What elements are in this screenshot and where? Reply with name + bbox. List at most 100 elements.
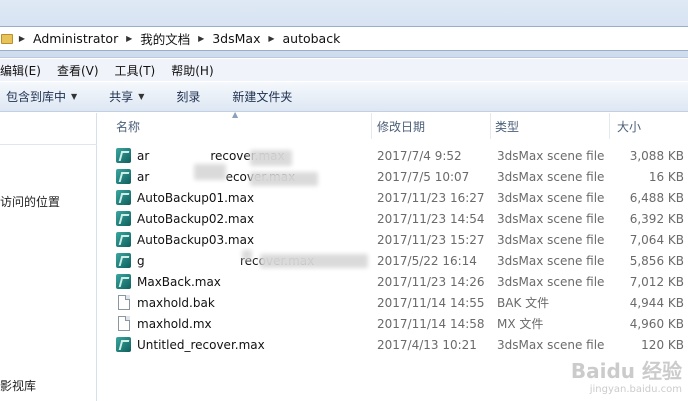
- file-size: 6,392 KB: [629, 211, 684, 226]
- max-file-icon: [116, 253, 131, 268]
- file-row[interactable]: ar ecover.max2017/7/5 10:073dsMax scene …: [98, 166, 688, 187]
- blur-overlay: [242, 250, 252, 260]
- file-name: maxhold.mx: [137, 316, 212, 331]
- generic-file-icon: [118, 316, 130, 331]
- file-type: BAK 文件: [497, 296, 550, 310]
- max-file-icon: [116, 337, 131, 352]
- file-row[interactable]: maxhold.bak 2017/11/14 14:55 BAK 文件 4,944 K…: [98, 292, 688, 313]
- max-file-icon: [116, 211, 131, 226]
- file-size: 6,488 KB: [629, 190, 684, 205]
- file-date: 2017/11/23 14:26: [377, 274, 485, 289]
- max-file-icon: [116, 148, 131, 163]
- file-size: 5,856 KB: [629, 253, 684, 268]
- file-row[interactable]: g recover.max 2017/5/22 16:14 3dsMax scene…: [98, 250, 688, 271]
- file-type: 3dsMax scene file: [497, 253, 605, 268]
- file-name: AutoBackup02.max: [137, 211, 255, 226]
- file-name: AutoBackup01.max: [137, 190, 255, 205]
- nav-item-recent-places[interactable]: 访问的位置: [0, 193, 60, 210]
- share-label: 共享: [109, 90, 134, 104]
- file-name: maxhold.bak: [137, 295, 215, 310]
- generic-file-icon: [118, 295, 130, 310]
- menu-view[interactable]: 查看(V): [49, 62, 107, 79]
- file-size: 4,960 KB: [629, 316, 684, 331]
- menu-tools[interactable]: 工具(T): [107, 62, 164, 79]
- address-bar[interactable]: ▶ Administrator ▶ 我的文档 ▶ 3dsMax ▶ autoba…: [0, 26, 688, 51]
- caret-down-icon: ▼: [138, 92, 145, 101]
- breadcrumb-autoback[interactable]: autoback: [280, 31, 342, 46]
- max-file-icon: [116, 190, 131, 205]
- chevron-right-icon[interactable]: ▶: [120, 34, 138, 43]
- max-file-icon: [116, 274, 131, 289]
- nav-item-video-library[interactable]: 影视库: [0, 377, 36, 394]
- file-row[interactable]: MaxBack.max 2017/11/23 14:26 3dsMax scene …: [98, 271, 688, 292]
- chevron-right-icon[interactable]: ▶: [13, 34, 31, 43]
- column-type[interactable]: 类型: [489, 113, 610, 139]
- breadcrumb-administrator[interactable]: Administrator: [31, 31, 120, 46]
- menu-edit[interactable]: 编辑(E): [0, 62, 49, 79]
- file-name-cell: MaxBack.max: [116, 274, 221, 289]
- file-name: AutoBackup03.max: [137, 232, 255, 247]
- nav-divider: [0, 144, 97, 145]
- file-date: 2017/7/4 9:52: [377, 148, 462, 163]
- file-row[interactable]: AutoBackup03.max 2017/11/23 15:27 3dsMax s…: [98, 229, 688, 250]
- file-size: 7,064 KB: [629, 232, 684, 247]
- file-row[interactable]: ar recover.max 2017/7/4 9:52 3dsMax scene …: [98, 145, 688, 166]
- share-button[interactable]: 共享 ▼: [93, 88, 160, 105]
- file-list: ar recover.max 2017/7/4 9:52 3dsMax scene …: [98, 145, 688, 355]
- include-in-library-label: 包含到库中: [6, 90, 67, 104]
- file-row[interactable]: AutoBackup02.max 2017/11/23 14:54 3dsMax s…: [98, 208, 688, 229]
- max-file-icon: [116, 232, 131, 247]
- file-row[interactable]: Untitled_recover.max 2017/4/13 10:21 3dsMa…: [98, 334, 688, 355]
- file-date: 2017/11/14 14:58: [377, 316, 485, 331]
- blur-overlay: [250, 150, 292, 166]
- file-date: 2017/4/13 10:21: [377, 337, 477, 352]
- blur-overlay: [194, 164, 226, 180]
- file-type: 3dsMax scene file: [497, 190, 605, 205]
- column-type-label: 类型: [495, 119, 520, 134]
- column-size[interactable]: 大小: [611, 113, 688, 139]
- file-row[interactable]: AutoBackup01.max 2017/11/23 16:27 3dsMax s…: [98, 187, 688, 208]
- breadcrumb-my-documents[interactable]: 我的文档: [138, 29, 192, 48]
- include-in-library-button[interactable]: 包含到库中 ▼: [0, 88, 93, 105]
- navigation-pane[interactable]: 访问的位置 影视库: [0, 113, 97, 401]
- column-modified[interactable]: 修改日期: [371, 113, 491, 139]
- menu-help[interactable]: 帮助(H): [163, 62, 221, 79]
- chevron-right-icon[interactable]: ▶: [192, 34, 210, 43]
- column-header: ▲ 名称 修改日期 类型 大小: [98, 110, 688, 139]
- column-modified-label: 修改日期: [377, 119, 426, 134]
- max-file-icon: [116, 169, 131, 184]
- burn-label: 刻录: [176, 90, 201, 104]
- file-name: Untitled_recover.max: [137, 337, 265, 352]
- address-bar-area: ▶ Administrator ▶ 我的文档 ▶ 3dsMax ▶ autoba…: [0, 0, 688, 58]
- file-date: 2017/11/23 16:27: [377, 190, 485, 205]
- command-toolbar: 包含到库中 ▼ 共享 ▼ 刻录 新建文件夹: [0, 82, 688, 112]
- file-type: MX 文件: [497, 317, 544, 331]
- file-row[interactable]: maxhold.mx 2017/11/14 14:58 MX 文件 4,960 KB: [98, 313, 688, 334]
- menu-bar: 编辑(E) 查看(V) 工具(T) 帮助(H): [0, 59, 688, 81]
- file-date: 2017/11/23 15:27: [377, 232, 485, 247]
- file-type: 3dsMax scene file: [497, 274, 605, 289]
- folder-icon: [1, 33, 13, 44]
- file-date: 2017/11/23 14:54: [377, 211, 485, 226]
- file-type: 3dsMax scene file: [497, 169, 605, 184]
- file-date: 2017/5/22 16:14: [377, 253, 477, 268]
- file-name-cell: AutoBackup02.max: [116, 211, 254, 226]
- file-type: 3dsMax scene file: [497, 337, 605, 352]
- breadcrumb: ▶ Administrator ▶ 我的文档 ▶ 3dsMax ▶ autoba…: [13, 27, 342, 50]
- burn-button[interactable]: 刻录: [160, 88, 216, 105]
- blur-overlay: [250, 172, 318, 186]
- column-name[interactable]: 名称: [110, 113, 372, 139]
- file-date: 2017/7/5 10:07: [377, 169, 470, 184]
- watermark: Baidu 经验 jingyan.baidu.com: [571, 355, 682, 395]
- file-type: 3dsMax scene file: [497, 232, 605, 247]
- caret-down-icon: ▼: [71, 92, 78, 101]
- new-folder-button[interactable]: 新建文件夹: [216, 88, 308, 105]
- file-date: 2017/11/14 14:55: [377, 295, 485, 310]
- file-name: MaxBack.max: [137, 274, 221, 289]
- file-size: 3,088 KB: [629, 148, 684, 163]
- file-size: 120 KB: [641, 337, 684, 352]
- chevron-right-icon[interactable]: ▶: [262, 34, 280, 43]
- file-name-cell: Untitled_recover.max: [116, 337, 265, 352]
- column-size-label: 大小: [617, 119, 642, 134]
- breadcrumb-3dsmax[interactable]: 3dsMax: [210, 31, 262, 46]
